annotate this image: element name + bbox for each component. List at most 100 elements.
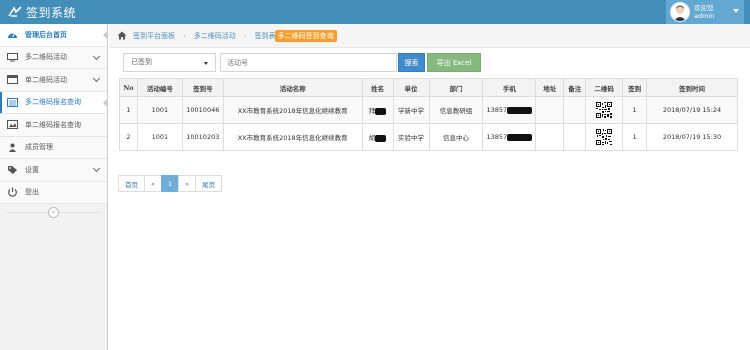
sidebar-item-logout[interactable]: 登出: [0, 181, 107, 204]
cell-dept: 信息教研组: [428, 96, 484, 124]
prev-page-button[interactable]: «: [144, 175, 162, 192]
cell-time: 2018/07/19 15:24: [646, 96, 738, 124]
cell-name: 胡: [361, 123, 394, 151]
sign-status-value: 已签到: [131, 58, 152, 66]
cell-signed: 1: [622, 123, 648, 151]
cell-phone: 13857: [482, 123, 537, 151]
cell-time: 2018/07/19 15:30: [646, 123, 738, 151]
chevron-down-icon: [92, 164, 101, 173]
sidebar-collapse-bar: «: [0, 204, 107, 220]
pagination: 首页 « 1 » 尾页: [118, 175, 223, 192]
sidebar-item-single-qr-query[interactable]: 单二维码报名查询: [0, 114, 107, 137]
cell-activity-name: XX市教育系统2018年信息化继续教育: [222, 96, 363, 124]
breadcrumb-link[interactable]: 签到表: [255, 31, 276, 41]
sidebar-item-label: 多二维码报名查询: [25, 98, 81, 107]
desktop-icon: [6, 52, 18, 62]
signin-table: No 活动编号 签到号 活动名称 姓名 单位 部门 手机 地址 备注 二维码 签…: [119, 78, 738, 151]
column-header: 备注: [563, 78, 587, 97]
cell-no: 2: [119, 123, 138, 151]
cell-activity-name: XX市教育系统2018年信息化继续教育: [222, 123, 363, 151]
sidebar-item-label: 登出: [25, 188, 39, 197]
user-greeting: 欢迎您: [694, 4, 714, 12]
cell-dept: 信息中心: [428, 123, 484, 151]
app-title: 签到系统: [26, 5, 77, 20]
cell-no: 1: [119, 96, 138, 124]
caret-down-icon: [204, 62, 208, 65]
breadcrumb-current-tag: 多二维码签到查询: [274, 29, 337, 42]
page-number-button[interactable]: 1: [160, 175, 180, 192]
sidebar-item-single-qr-activity[interactable]: 单二维码活动: [0, 69, 107, 92]
collapse-sidebar-icon[interactable]: «: [48, 206, 59, 218]
list-alt-icon: [6, 97, 18, 107]
sidebar-item-label: 管理后台首页: [25, 30, 67, 39]
tag-icon: [6, 165, 18, 175]
table-row: 2 1001 10010203 XX市教育系统2018年信息化继续教育 胡 实验…: [119, 123, 738, 151]
chevron-down-icon: [92, 74, 101, 83]
sidebar-item-members[interactable]: 成员管理: [0, 136, 107, 159]
next-page-button[interactable]: »: [178, 175, 197, 192]
user-menu[interactable]: 欢迎您 admin: [666, 0, 744, 24]
column-header: 二维码: [585, 78, 624, 97]
cell-unit: 实验中学: [392, 123, 430, 151]
column-header: 地址: [535, 78, 565, 97]
list-icon: [6, 75, 18, 85]
cell-activity-id: 1001: [136, 123, 183, 151]
avatar: [670, 2, 690, 22]
cell-activity-id: 1001: [136, 96, 183, 124]
activity-id-input[interactable]: [220, 53, 397, 72]
sidebar-item-label: 多二维码活动: [25, 53, 67, 62]
column-header: 活动名称: [222, 78, 363, 97]
sign-status-select[interactable]: 已签到: [123, 53, 216, 72]
sidebar-item-multi-qr-query[interactable]: 多二维码报名查询: [0, 91, 108, 114]
redaction-mark: [375, 134, 387, 142]
chevron-down-icon: [92, 52, 101, 60]
table-header-row: No 活动编号 签到号 活动名称 姓名 单位 部门 手机 地址 备注 二维码 签…: [119, 78, 738, 97]
column-header: No: [119, 78, 138, 97]
cell-phone: 13857: [482, 96, 537, 124]
power-icon: [6, 187, 18, 197]
home-icon[interactable]: [117, 31, 127, 40]
cell-signed: 1: [622, 96, 648, 124]
dashboard-icon: [6, 30, 18, 40]
qr-code-icon[interactable]: [596, 102, 613, 118]
breadcrumb: 签到平台面板 › 多二维码活动 › 签到表 多二维码签到查询: [109, 24, 750, 48]
user-name: admin: [694, 12, 715, 20]
column-header: 姓名: [361, 78, 394, 97]
qr-code-icon[interactable]: [596, 129, 613, 145]
breadcrumb-separator-icon: ›: [243, 31, 247, 40]
cell-name: 拜: [361, 96, 394, 124]
first-page-button[interactable]: 首页: [118, 175, 145, 192]
cell-sign-id: 10010046: [181, 96, 224, 124]
column-header: 签到时间: [646, 78, 738, 97]
user-info: 欢迎您 admin: [694, 4, 714, 20]
column-header: 活动编号: [136, 78, 183, 97]
top-navbar: 签到系统 欢迎您 admin: [0, 0, 750, 24]
search-button[interactable]: 搜索: [398, 53, 425, 72]
caret-down-icon: [733, 9, 739, 13]
sidebar: 管理后台首页 多二维码活动 单二维码活动 多二维码报名查询 单二维码报名查询 成…: [0, 24, 108, 350]
phone-text: 13857: [486, 106, 508, 114]
cell-address: [535, 123, 565, 151]
breadcrumb-link[interactable]: 签到平台面板: [133, 31, 175, 41]
sidebar-item-label: 设置: [25, 165, 39, 174]
redaction-mark: [507, 133, 533, 141]
export-excel-button[interactable]: 导出 Excel: [427, 53, 481, 72]
sidebar-item-settings[interactable]: 设置: [0, 159, 107, 182]
column-header: 手机: [482, 78, 537, 97]
logo-icon: [8, 6, 22, 17]
cell-unit: 学新中学: [392, 96, 430, 124]
user-avatar-icon: [674, 5, 686, 21]
cell-qr: [585, 123, 624, 151]
column-header: 签到号: [181, 78, 224, 97]
table-row: 1 1001 10010046 XX市教育系统2018年信息化继续教育 拜 学新…: [119, 96, 738, 124]
redaction-mark: [375, 107, 387, 115]
sidebar-item-label: 单二维码活动: [25, 75, 67, 84]
sidebar-item-label: 成员管理: [25, 143, 53, 152]
brand[interactable]: 签到系统: [8, 3, 76, 21]
breadcrumb-link[interactable]: 多二维码活动: [194, 31, 236, 41]
redaction-mark: [507, 106, 533, 114]
user-icon: [6, 142, 18, 152]
last-page-button[interactable]: 尾页: [195, 175, 223, 192]
sidebar-item-dashboard[interactable]: 管理后台首页: [0, 24, 108, 47]
sidebar-item-multi-qr-activity[interactable]: 多二维码活动: [0, 46, 107, 69]
